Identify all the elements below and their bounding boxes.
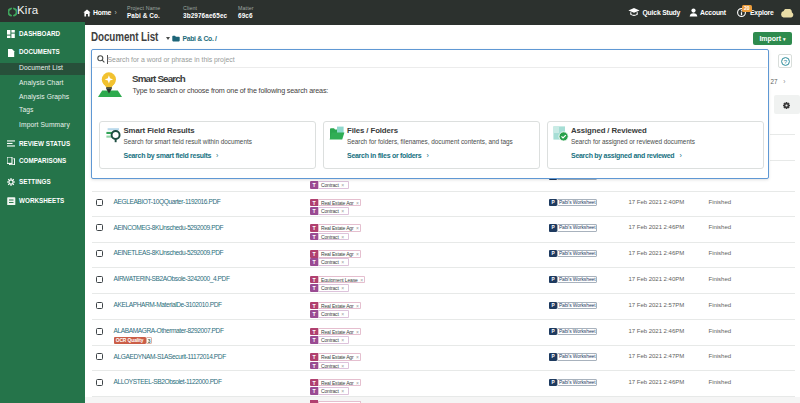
svg-text:?: ? (784, 58, 788, 64)
